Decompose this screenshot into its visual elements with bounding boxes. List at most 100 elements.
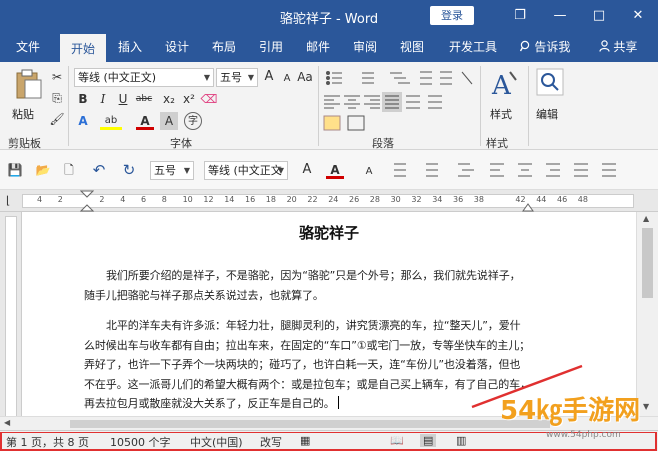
distributed-icon[interactable] [406, 95, 420, 109]
horizontal-ruler[interactable]: ⌊ 4 2 2 4 6 8 10 12 14 16 18 20 22 24 26 28 30 32 34 36 38 42… [0, 190, 658, 212]
line: 北平的洋车夫有许多派：年轻力壮，腿脚灵利的，讲究赁漂亮的车，拉“整天儿”，爱什 [106, 319, 521, 332]
save-icon[interactable]: 💾 [6, 161, 24, 179]
text-effect-icon[interactable]: A [74, 112, 92, 130]
new-doc-icon[interactable]: 🗋 [60, 161, 78, 179]
paste-button[interactable]: 粘贴 [8, 68, 48, 124]
h-scroll-thumb[interactable] [70, 420, 550, 428]
superscript-button[interactable]: x² [180, 90, 198, 108]
lightbulb-icon [519, 40, 529, 52]
decrease-indent-icon[interactable] [420, 71, 432, 85]
strikethrough-button[interactable]: abc [132, 90, 156, 108]
font-name-combo[interactable]: 等线 (中文正文) ▼ [74, 68, 214, 87]
borders-icon[interactable] [347, 115, 365, 131]
cut-icon[interactable]: ✂ [48, 68, 66, 86]
share-label: 共享 [613, 40, 638, 54]
editing-button[interactable]: 编辑 [532, 68, 568, 128]
redo-icon[interactable]: ↻ [120, 161, 138, 179]
open-icon[interactable]: 📂 [34, 161, 52, 179]
qat-grow-font-icon[interactable]: A [298, 161, 316, 179]
font-name-value: 等线 (中文正文) [78, 71, 157, 84]
subscript-button[interactable]: x₂ [160, 90, 178, 108]
tab-home[interactable]: 开始 [60, 32, 106, 62]
align-center-icon[interactable] [344, 95, 360, 109]
tab-insert[interactable]: 插入 [110, 32, 150, 62]
tab-layout[interactable]: 布局 [204, 32, 244, 62]
ruler-number: 24 [328, 195, 339, 204]
qat-font-size-combo[interactable]: 五号 ▼ [150, 161, 194, 180]
align-right-icon[interactable] [364, 95, 380, 109]
close-button[interactable]: ✕ [618, 0, 658, 32]
magnifier-icon [536, 68, 564, 96]
qat-indent-icon[interactable] [458, 163, 474, 177]
share-button[interactable]: 共享 [590, 32, 646, 62]
multilevel-list-icon[interactable] [390, 72, 410, 84]
enclose-character-icon[interactable]: 字 [184, 112, 202, 130]
change-case-icon[interactable]: Aa [296, 68, 314, 86]
tab-mailings[interactable]: 邮件 [298, 32, 338, 62]
tab-review[interactable]: 审阅 [345, 32, 385, 62]
qat-format-icon[interactable] [394, 163, 406, 177]
paste-label: 粘贴 [12, 108, 34, 121]
scroll-up-icon[interactable]: ▲ [643, 214, 649, 223]
tab-developer[interactable]: 开发工具 [442, 32, 504, 62]
qat-align-left-icon[interactable] [490, 163, 504, 177]
italic-button[interactable]: I [94, 90, 112, 108]
ruler-number: 4 [120, 195, 126, 204]
minimize-button[interactable]: — [540, 0, 580, 32]
ruler-number: 12 [203, 195, 214, 204]
tab-selector-icon[interactable]: ⌊ [6, 194, 10, 207]
qat-shrink-font-icon[interactable]: A [360, 163, 378, 181]
font-color-icon[interactable]: A [136, 112, 154, 130]
tab-references[interactable]: 引用 [251, 32, 291, 62]
tell-me-search[interactable]: 告诉我 [513, 32, 577, 62]
highlight-icon[interactable]: ab [100, 112, 122, 130]
underline-button[interactable]: U [114, 90, 132, 108]
justify-active-bg [382, 92, 402, 112]
ruler-number: 2 [57, 195, 63, 204]
login-button[interactable]: 登录 [430, 6, 474, 25]
shading-icon[interactable] [323, 115, 341, 131]
shrink-font-icon[interactable]: A [278, 70, 296, 88]
qat-align-right-icon[interactable] [546, 163, 560, 177]
maximize-button[interactable]: □ [579, 0, 619, 32]
copy-icon[interactable]: ⎘ [48, 89, 66, 107]
numbering-icon[interactable] [362, 72, 374, 84]
grow-font-icon[interactable]: A [260, 68, 278, 86]
ruler-number: 28 [369, 195, 380, 204]
format-painter-icon[interactable]: 🖌 [48, 110, 66, 128]
qat-font-name-combo[interactable]: 等线 (中文正文 ▼ [204, 161, 288, 180]
vertical-ruler-track [5, 216, 17, 421]
font-size-combo[interactable]: 五号 ▼ [216, 68, 258, 87]
styles-button[interactable]: A 样式 [486, 68, 520, 128]
qat-justify-icon[interactable] [574, 163, 588, 177]
increase-indent-icon[interactable] [440, 71, 452, 85]
clipboard-group-label: 剪贴板 [8, 137, 41, 150]
align-left-icon[interactable] [324, 95, 340, 109]
clear-format-icon[interactable]: ⌫ [200, 90, 218, 108]
editing-label: 编辑 [536, 108, 558, 121]
ruler-number: 18 [265, 195, 276, 204]
undo-icon[interactable]: ↶ [90, 161, 108, 179]
qat-list-icon[interactable] [602, 163, 616, 177]
scroll-thumb[interactable] [642, 228, 653, 298]
tab-view[interactable]: 视图 [392, 32, 432, 62]
tab-file[interactable]: 文件 [6, 32, 50, 62]
bullets-icon[interactable] [326, 71, 343, 85]
paragraph-1[interactable]: 我们所要介绍的是祥子，不是骆驼，因为“骆驼”只是个外号；那么，我们就先说祥子， … [84, 266, 544, 305]
ribbon-display-icon[interactable]: ❐ [500, 0, 540, 32]
character-shading-icon[interactable]: A [160, 112, 178, 130]
sort-icon[interactable] [461, 71, 473, 85]
paragraph-controls [323, 71, 473, 131]
bold-button[interactable]: B [74, 90, 92, 108]
person-icon [598, 40, 610, 52]
qat-font-color-icon[interactable]: A [326, 161, 344, 179]
right-indent-marker-icon[interactable] [522, 202, 534, 212]
indent-marker-icon[interactable] [80, 190, 94, 212]
qat-font-name-value: 等线 (中文正文 [208, 164, 282, 177]
qat-align-center-icon[interactable] [518, 163, 532, 177]
scroll-left-icon[interactable]: ◀ [4, 418, 10, 427]
qat-bullets-icon[interactable] [426, 163, 438, 177]
ruler-number: 6 [141, 195, 147, 204]
line-spacing-icon[interactable] [428, 95, 442, 109]
tab-design[interactable]: 设计 [157, 32, 197, 62]
